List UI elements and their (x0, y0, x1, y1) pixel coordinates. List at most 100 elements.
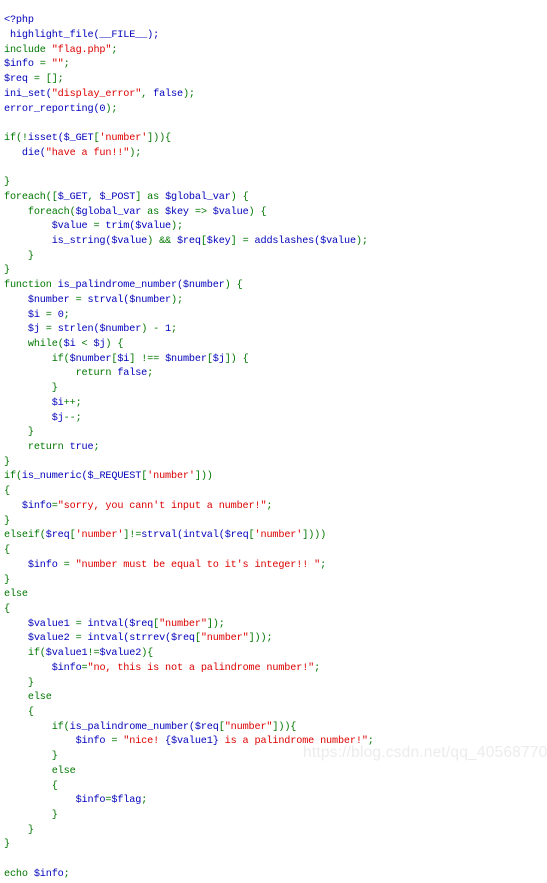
code-token: ]))) (302, 530, 327, 542)
code-token: $i (51, 397, 64, 409)
code-token: { (4, 603, 10, 615)
code-token: if (51, 353, 64, 365)
code-token: ; (141, 795, 148, 807)
code-token: isset( (27, 132, 64, 144)
code-token: ); (105, 103, 118, 115)
code-token: ++; (63, 397, 82, 409)
code-line: $info="sorry, you cann't input a number!… (4, 500, 547, 515)
code-line: if(is_numeric($_REQUEST['number'])) (4, 470, 547, 485)
code-line: $info="no, this is not a palindrome numb… (4, 662, 547, 677)
code-token: false (153, 88, 183, 100)
code-token: strrev( (129, 633, 172, 645)
code-line: <?php (4, 14, 547, 29)
code-token: $_POST (99, 191, 136, 203)
code-line: } (4, 838, 547, 853)
code-line: if(is_palindrome_number($req["number"]))… (4, 721, 547, 736)
code-token: $req (4, 74, 34, 86)
code-token: if (4, 471, 16, 483)
code-token: ]); (206, 618, 225, 630)
code-token: $value (320, 235, 356, 247)
code-token: $number (129, 294, 172, 306)
code-line: } (4, 677, 547, 692)
code-token: else (4, 589, 28, 601)
code-line: foreach($global_var as $key => $value) { (4, 206, 547, 221)
code-token: $_REQUEST (87, 471, 142, 483)
code-token: $i (63, 339, 82, 350)
code-line: } (4, 264, 547, 279)
code-token: $value1 (27, 618, 76, 630)
code-token: $global_var (165, 191, 231, 203)
code-token: return (75, 368, 118, 380)
code-token: $j (93, 339, 106, 350)
code-token: $number (27, 294, 76, 306)
code-line: { (4, 603, 547, 618)
code-line: } (4, 809, 547, 824)
code-token: true (69, 442, 94, 454)
code-token: $_GET (63, 132, 94, 144)
code-token: "no, this is not a palindrome number!" (87, 662, 315, 674)
code-token: ; (63, 868, 70, 880)
code-line: while($i < $j) { (4, 338, 547, 353)
code-line: function is_palindrome_number($number) { (4, 279, 547, 294)
code-line: $j = strlen($number) - 1; (4, 323, 547, 338)
code-token: ); (182, 88, 195, 100)
code-token: $info (4, 59, 40, 71)
code-token: $info (27, 559, 64, 571)
code-token: $number (165, 353, 207, 365)
code-line: else (4, 765, 547, 780)
code-token: as (147, 191, 166, 203)
code-token: "have a fun!!" (45, 147, 130, 159)
code-line: ini_set("display_error", false); (4, 88, 547, 103)
code-token: < (81, 339, 94, 350)
code-token: $j (51, 412, 64, 424)
code-token: ; (63, 59, 70, 71)
code-token: $value2 (27, 633, 76, 645)
code-token: ) { (105, 339, 124, 350)
code-line: } (4, 515, 547, 530)
code-token: } (4, 177, 10, 189)
code-token: ){ (141, 648, 154, 660)
code-token: $number (69, 353, 112, 365)
code-token: include (4, 44, 52, 56)
code-token: $j (27, 324, 46, 336)
code-token: } (4, 265, 10, 277)
code-line: error_reporting(0); (4, 103, 547, 118)
code-line: $value2 = intval(strrev($req["number"]))… (4, 632, 547, 647)
code-token: } (4, 824, 34, 836)
code-token: "number" (159, 618, 207, 630)
code-token: } (4, 456, 10, 468)
code-token: = (39, 59, 52, 71)
code-line: $req = []; (4, 73, 547, 88)
code-token: ])){ (272, 721, 297, 733)
code-token: foreach (27, 206, 70, 218)
code-line: else (4, 588, 547, 603)
code-token: --; (63, 412, 82, 424)
code-token: ]) { (224, 353, 249, 365)
code-token: "flag.php" (51, 44, 112, 56)
code-token: ])) (194, 471, 213, 483)
code-line: if($number[$i] !== $number[$j]) { (4, 353, 547, 368)
code-token: die( (21, 147, 46, 159)
code-line: } (4, 426, 547, 441)
code-token: if (27, 648, 40, 660)
code-token: => (194, 206, 213, 218)
code-line: } (4, 250, 547, 265)
code-token: else (27, 692, 52, 704)
code-token: ; (266, 500, 273, 512)
code-line: is_string($value) && $req[$key] = addsla… (4, 235, 547, 250)
code-line: die("have a fun!!"); (4, 147, 547, 162)
code-token: ; (63, 309, 70, 321)
